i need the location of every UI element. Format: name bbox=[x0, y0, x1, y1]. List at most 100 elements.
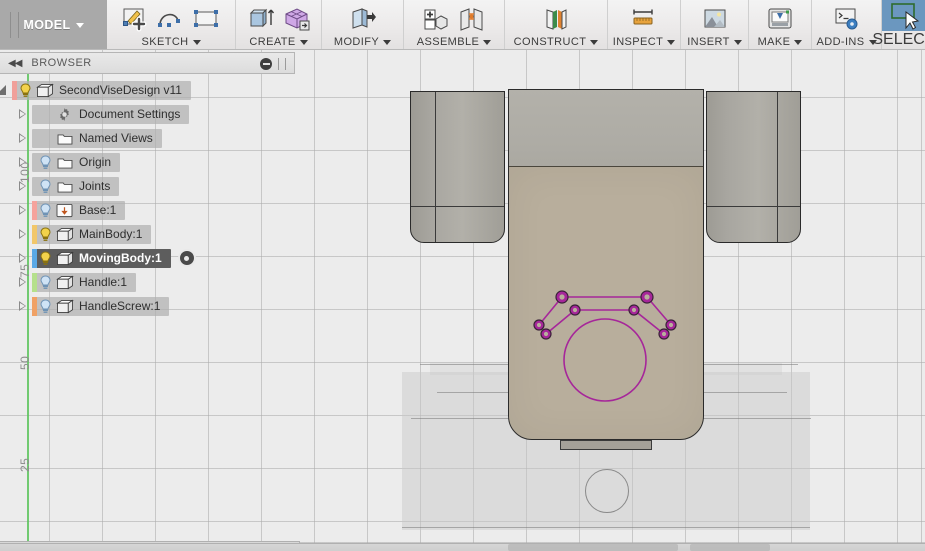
expand-arrow-icon[interactable] bbox=[19, 181, 26, 191]
visibility-bulb-icon[interactable] bbox=[37, 226, 54, 242]
tree-item-named-views[interactable]: Named Views bbox=[32, 128, 162, 148]
right-jaw[interactable] bbox=[706, 91, 801, 243]
ghost-edge bbox=[402, 527, 810, 528]
expand-arrow-icon[interactable] bbox=[19, 109, 26, 119]
tree-item-handle-1[interactable]: Handle:1 bbox=[32, 272, 137, 292]
visibility-bulb-icon[interactable] bbox=[37, 154, 54, 170]
expand-arrow-icon[interactable] bbox=[19, 229, 26, 239]
offset-plane-icon[interactable] bbox=[541, 5, 571, 35]
tree-row[interactable]: Joints bbox=[0, 174, 295, 198]
workspace-tab-model[interactable]: MODEL bbox=[0, 0, 107, 49]
body-seam-edge bbox=[509, 166, 703, 167]
new-component-icon[interactable] bbox=[421, 5, 451, 35]
activate-component-icon[interactable] bbox=[177, 249, 196, 267]
ghost-hole-circle bbox=[585, 469, 629, 513]
chevron-down-icon bbox=[667, 39, 676, 45]
expand-arrow-icon[interactable] bbox=[19, 205, 26, 215]
scripts-addins-icon[interactable] bbox=[832, 5, 862, 35]
view-navigation-bar[interactable] bbox=[508, 544, 678, 551]
display-settings-bar[interactable] bbox=[690, 544, 770, 551]
ribbon-group-label: MAKE bbox=[757, 36, 791, 48]
browser-tree[interactable]: SecondViseDesign v11 Document Settings Nam… bbox=[0, 78, 295, 318]
ribbon-group-make[interactable]: MAKE bbox=[749, 0, 812, 49]
component-icon bbox=[34, 83, 55, 98]
visibility-bulb-icon[interactable] bbox=[37, 250, 54, 266]
component-grounded-icon bbox=[54, 203, 75, 218]
select-tool-button[interactable] bbox=[882, 0, 925, 31]
minus-circle-icon[interactable] bbox=[260, 58, 272, 70]
ribbon-group-sketch[interactable]: SKETCH bbox=[107, 0, 236, 49]
tree-item-secondvisedesign-v11[interactable]: SecondViseDesign v11 bbox=[12, 80, 191, 100]
ribbon-group-label: SKETCH bbox=[141, 36, 189, 48]
rectangle-icon[interactable] bbox=[192, 5, 222, 35]
tree-item-label: Document Settings bbox=[79, 107, 181, 121]
tree-row[interactable]: Handle:1 bbox=[0, 270, 295, 294]
extrude-icon[interactable] bbox=[246, 5, 276, 35]
chevron-down-icon bbox=[75, 22, 84, 28]
ribbon-group-insert[interactable]: INSERT bbox=[681, 0, 749, 49]
ribbon-group-label: CONSTRUCT bbox=[513, 36, 587, 48]
moving-body-upper[interactable] bbox=[508, 89, 704, 176]
expand-arrow-icon[interactable] bbox=[19, 157, 26, 167]
visibility-bulb-icon[interactable] bbox=[37, 298, 54, 314]
joint-icon[interactable] bbox=[457, 5, 487, 35]
visibility-bulb-icon[interactable] bbox=[37, 274, 54, 290]
insert-image-icon[interactable] bbox=[700, 5, 730, 35]
tree-item-mainbody-1[interactable]: MainBody:1 bbox=[32, 224, 152, 244]
folder-icon bbox=[54, 132, 75, 145]
expand-arrow-icon[interactable] bbox=[19, 301, 26, 311]
tree-item-joints[interactable]: Joints bbox=[32, 176, 120, 196]
pattern-icon[interactable] bbox=[282, 5, 312, 35]
tree-item-base-1[interactable]: Base:1 bbox=[32, 200, 126, 220]
ribbon-group-create[interactable]: CREATE bbox=[236, 0, 322, 49]
folder-icon bbox=[54, 180, 75, 193]
tree-item-document-settings[interactable]: Document Settings bbox=[32, 104, 190, 124]
body-foot[interactable] bbox=[560, 440, 652, 450]
tree-row[interactable]: Document Settings bbox=[0, 102, 295, 126]
tree-row[interactable]: Base:1 bbox=[0, 198, 295, 222]
component-icon bbox=[54, 227, 75, 242]
folder-icon bbox=[54, 156, 75, 169]
tree-row[interactable]: SecondViseDesign v11 bbox=[0, 78, 295, 102]
tree-row[interactable]: MainBody:1 bbox=[0, 222, 295, 246]
ribbon-toolbar[interactable]: MODEL SKETCH CREATE MODIFY ASSEMBLE CONS… bbox=[0, 0, 925, 50]
tree-item-label: SecondViseDesign v11 bbox=[59, 83, 182, 97]
component-icon bbox=[54, 299, 75, 314]
create-sketch-icon[interactable] bbox=[120, 5, 150, 35]
spline-icon[interactable] bbox=[156, 5, 186, 35]
press-pull-icon[interactable] bbox=[348, 5, 378, 35]
left-jaw[interactable] bbox=[410, 91, 505, 243]
expand-arrow-icon[interactable] bbox=[19, 277, 26, 287]
expand-arrow-icon[interactable] bbox=[19, 133, 26, 143]
tree-row[interactable]: MovingBody:1 bbox=[0, 246, 295, 270]
visibility-bulb-icon[interactable] bbox=[37, 202, 54, 218]
tree-item-movingbody-1[interactable]: MovingBody:1 bbox=[32, 248, 171, 268]
browser-header[interactable]: ◀◀ BROWSER bbox=[0, 52, 295, 74]
ribbon-group-construct[interactable]: CONSTRUCT bbox=[505, 0, 608, 49]
tree-row[interactable]: Named Views bbox=[0, 126, 295, 150]
tree-item-label: Joints bbox=[79, 179, 111, 193]
expand-arrow-icon[interactable] bbox=[19, 253, 26, 263]
browser-panel[interactable]: ◀◀ BROWSER SecondViseDesign v11 Document … bbox=[0, 52, 295, 528]
ribbon-group-assemble[interactable]: ASSEMBLE bbox=[404, 0, 505, 49]
ribbon-group-modify[interactable]: MODIFY bbox=[322, 0, 404, 49]
ribbon-group-select[interactable]: SELECT bbox=[872, 0, 925, 49]
tree-row[interactable]: Origin bbox=[0, 150, 295, 174]
tree-item-label: Origin bbox=[79, 155, 112, 169]
ribbon-group-label: ASSEMBLE bbox=[416, 36, 480, 48]
moving-body-lower[interactable] bbox=[508, 166, 704, 440]
tree-row[interactable]: HandleScrew:1 bbox=[0, 294, 295, 318]
gear-icon bbox=[54, 107, 75, 122]
ribbon-group-inspect[interactable]: INSPECT bbox=[608, 0, 681, 49]
tree-item-origin[interactable]: Origin bbox=[32, 152, 121, 172]
visibility-bulb-icon[interactable] bbox=[37, 178, 54, 194]
chevron-down-icon bbox=[733, 39, 742, 45]
browser-title: BROWSER bbox=[31, 57, 92, 69]
visibility-bulb-icon[interactable] bbox=[17, 82, 34, 98]
measure-icon[interactable] bbox=[629, 5, 659, 35]
expand-arrow-icon[interactable] bbox=[0, 85, 6, 95]
collapse-left-icon[interactable]: ◀◀ bbox=[8, 58, 22, 69]
tree-item-handlescrew-1[interactable]: HandleScrew:1 bbox=[32, 296, 170, 316]
drag-handle-icon[interactable] bbox=[278, 58, 286, 70]
3d-print-icon[interactable] bbox=[765, 5, 795, 35]
